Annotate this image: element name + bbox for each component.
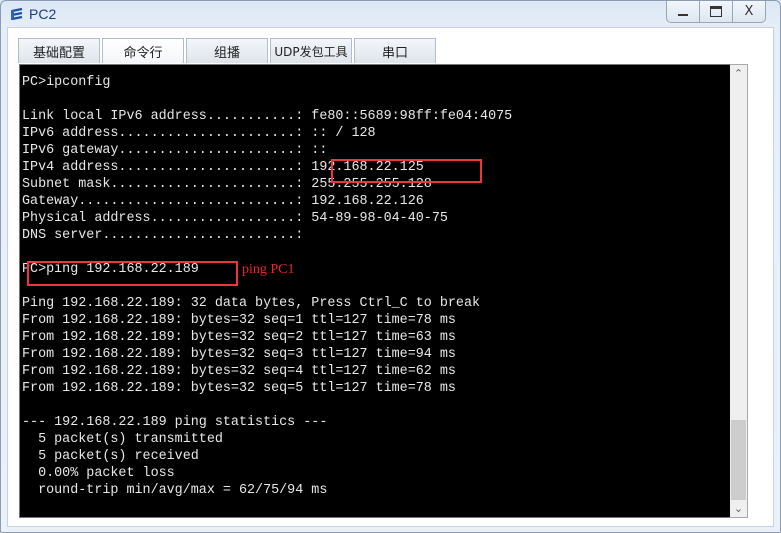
terminal-line: PC>ipconfig	[22, 75, 111, 90]
close-button[interactable]: X	[732, 1, 765, 22]
tab-multicast[interactable]: 组播	[186, 38, 268, 63]
terminal-line: DNS server........................:	[22, 228, 304, 243]
tab-label: 串口	[381, 45, 408, 61]
window-controls: X	[666, 1, 766, 23]
terminal-line: Ping 192.168.22.189: 32 data bytes, Pres…	[22, 296, 481, 311]
client-area: 基础配置 命令行 组播 UDP发包工具 串口 PC>ipconfig Link l…	[7, 27, 774, 527]
tab-label: UDP发包工具	[274, 44, 348, 59]
terminal-line: From 192.168.22.189: bytes=32 seq=5 ttl=…	[22, 381, 456, 396]
vertical-scrollbar[interactable]: ⌃ ⌄	[730, 64, 748, 518]
scroll-up-button[interactable]: ⌃	[730, 65, 747, 82]
tab-bar: 基础配置 命令行 组播 UDP发包工具 串口	[18, 38, 438, 64]
terminal-line: From 192.168.22.189: bytes=32 seq=2 ttl=…	[22, 330, 456, 345]
tab-label: 基础配置	[32, 45, 85, 61]
ping-pc1-annotation: ping PC1	[242, 262, 295, 277]
tab-label: 命令行	[123, 45, 163, 61]
pc2-window: PC2 X 基础配置 命令行 组播 UDP发包工具 串口 PC>ipconfig…	[0, 0, 781, 533]
terminal-output[interactable]: PC>ipconfig Link local IPv6 address......…	[19, 64, 731, 518]
close-icon: X	[744, 4, 754, 19]
terminal-line: Gateway...........................: 192.…	[22, 194, 424, 209]
terminal-line: Link local IPv6 address...........: fe80…	[22, 109, 513, 124]
network-pc-icon	[11, 7, 23, 21]
tab-label: 组播	[213, 45, 240, 61]
terminal-line: From 192.168.22.189: bytes=32 seq=1 ttl=…	[22, 313, 456, 328]
title-bar[interactable]: PC2 X	[1, 1, 780, 27]
terminal-lines: PC>ipconfig Link local IPv6 address......…	[22, 74, 512, 499]
terminal-line: IPv6 address......................: :: /…	[22, 126, 376, 141]
tab-basic-config[interactable]: 基础配置	[18, 38, 100, 63]
terminal-line: 5 packet(s) transmitted	[22, 432, 223, 447]
scroll-thumb[interactable]	[731, 420, 746, 500]
terminal-line: Physical address..................: 54-8…	[22, 211, 448, 226]
maximize-button[interactable]	[699, 1, 732, 22]
scroll-down-button[interactable]: ⌄	[730, 500, 747, 517]
terminal-line: 0.00% packet loss	[22, 466, 175, 481]
tab-command-line[interactable]: 命令行	[102, 38, 184, 63]
terminal-line: From 192.168.22.189: bytes=32 seq=4 ttl=…	[22, 364, 456, 379]
terminal-line: IPv6 gateway......................: ::	[22, 143, 328, 158]
terminal-line: From 192.168.22.189: bytes=32 seq=3 ttl=…	[22, 347, 456, 362]
chevron-up-icon: ⌃	[733, 67, 744, 80]
terminal-line: --- 192.168.22.189 ping statistics ---	[22, 415, 328, 430]
tab-serial-port[interactable]: 串口	[354, 38, 436, 63]
terminal-line: 5 packet(s) received	[22, 449, 199, 464]
chevron-down-icon: ⌄	[733, 502, 744, 515]
terminal-line: round-trip min/avg/max = 62/75/94 ms	[22, 483, 328, 498]
ipv4-highlight-box	[331, 159, 482, 183]
tab-udp-tool[interactable]: UDP发包工具	[270, 38, 352, 63]
maximize-icon	[710, 6, 722, 17]
minimize-icon	[678, 13, 688, 16]
window-title: PC2	[29, 6, 57, 22]
ping-command-highlight-box	[27, 261, 238, 286]
minimize-button[interactable]	[667, 1, 699, 22]
